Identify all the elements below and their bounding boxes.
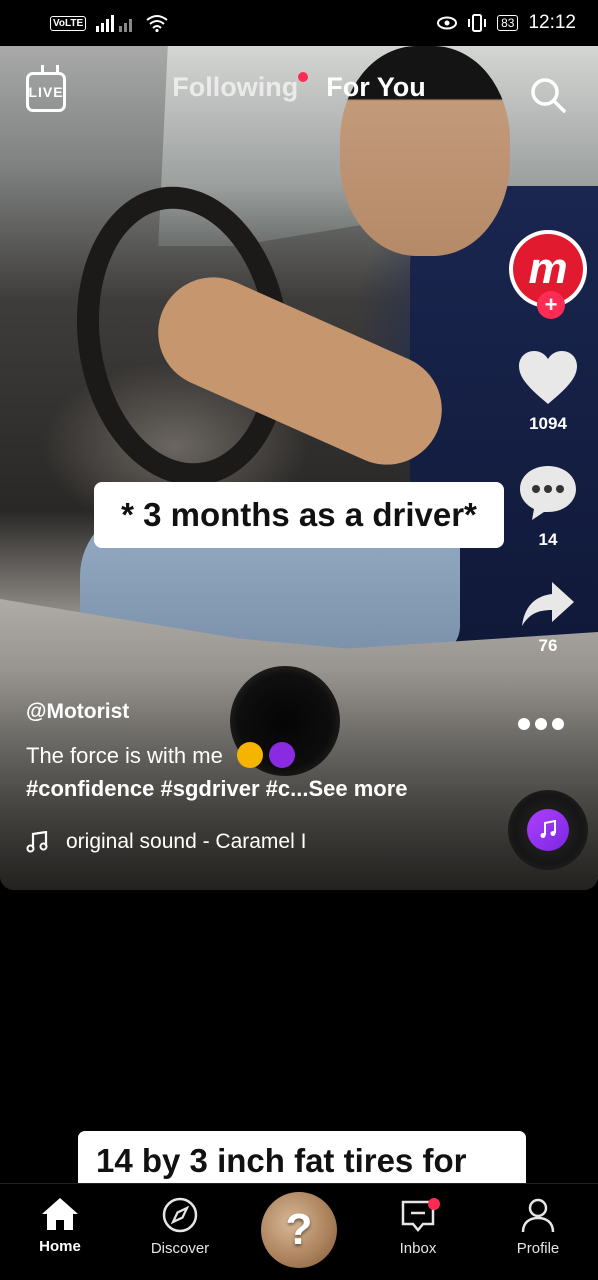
vibrate-icon xyxy=(468,14,487,32)
see-more-link[interactable]: See more xyxy=(308,776,407,801)
comment-count: 14 xyxy=(538,530,558,549)
nav-home[interactable]: Home xyxy=(34,1196,86,1255)
creator-avatar[interactable]: m + xyxy=(509,230,587,319)
nav-discover[interactable]: Discover xyxy=(144,1196,216,1257)
action-rail: m + 1094 14 76 xyxy=(508,230,588,656)
music-disc-center xyxy=(527,809,569,851)
share-icon[interactable] xyxy=(520,580,576,628)
home-icon xyxy=(42,1198,78,1230)
following-notification-dot xyxy=(298,72,309,82)
more-dot xyxy=(552,718,564,730)
music-disc[interactable] xyxy=(508,790,588,870)
flexed-biceps-emoji-icon xyxy=(236,742,263,768)
comment-action[interactable]: 14 xyxy=(518,464,578,550)
tab-following-label: Following xyxy=(172,72,299,102)
heart-icon[interactable] xyxy=(517,350,579,406)
volte-badge: VoLTE xyxy=(50,15,87,31)
signal-icon xyxy=(96,15,133,32)
share-action[interactable]: 76 xyxy=(520,580,576,656)
music-note-icon xyxy=(26,831,48,853)
sound-link[interactable]: original sound - Caramel I xyxy=(26,830,306,854)
video-hashtags-line: #confidence #sgdriver #c...See more xyxy=(26,776,408,802)
video-overlay-caption: * 3 months as a driver* xyxy=(94,482,504,548)
eye-icon xyxy=(437,16,458,30)
search-icon[interactable] xyxy=(529,76,567,114)
status-clock: 12:12 xyxy=(528,12,576,33)
status-left: VoLTE xyxy=(50,14,168,32)
video-description-text: The force is with me xyxy=(26,743,223,768)
compass-icon xyxy=(162,1197,198,1233)
nav-discover-label: Discover xyxy=(150,1240,210,1257)
like-action[interactable]: 1094 xyxy=(517,350,579,434)
video-description: The force is with me xyxy=(26,742,296,769)
more-options-icon[interactable] xyxy=(518,718,564,730)
nav-profile-label: Profile xyxy=(516,1240,560,1257)
wifi-icon xyxy=(146,15,168,32)
nav-home-label: Home xyxy=(39,1238,81,1255)
share-count: 76 xyxy=(538,636,558,655)
creator-username[interactable]: @Motorist xyxy=(26,700,129,724)
tab-for-you[interactable]: For You xyxy=(326,72,426,103)
smiling-devil-emoji-icon xyxy=(269,742,296,768)
create-avatar-button[interactable]: ? xyxy=(261,1192,337,1268)
sound-name: original sound - Caramel I xyxy=(66,830,307,853)
more-dot xyxy=(518,718,530,730)
nav-inbox-label: Inbox xyxy=(399,1240,437,1257)
inbox-notification-dot xyxy=(428,1198,440,1210)
video-hashtags[interactable]: #confidence #sgdriver #c... xyxy=(26,776,308,801)
feed-tabs: Following For You xyxy=(0,72,598,103)
more-dot xyxy=(535,718,547,730)
profile-icon xyxy=(521,1198,555,1233)
status-bar: VoLTE 83 12:12 xyxy=(0,0,598,46)
tab-following[interactable]: Following xyxy=(172,72,309,103)
nav-inbox[interactable]: Inbox xyxy=(392,1196,444,1257)
battery-indicator: 83 xyxy=(497,15,519,31)
music-disc-note-icon xyxy=(540,820,556,838)
next-video-caption: 14 by 3 inch fat tires for xyxy=(78,1131,526,1191)
like-count: 1094 xyxy=(529,414,567,433)
status-right: 83 12:12 xyxy=(437,12,576,34)
nav-profile[interactable]: Profile xyxy=(512,1196,564,1257)
follow-button[interactable]: + xyxy=(537,291,565,319)
comment-icon[interactable] xyxy=(518,464,578,522)
bottom-nav: Home Discover ? Inbox Profile xyxy=(0,1183,598,1280)
